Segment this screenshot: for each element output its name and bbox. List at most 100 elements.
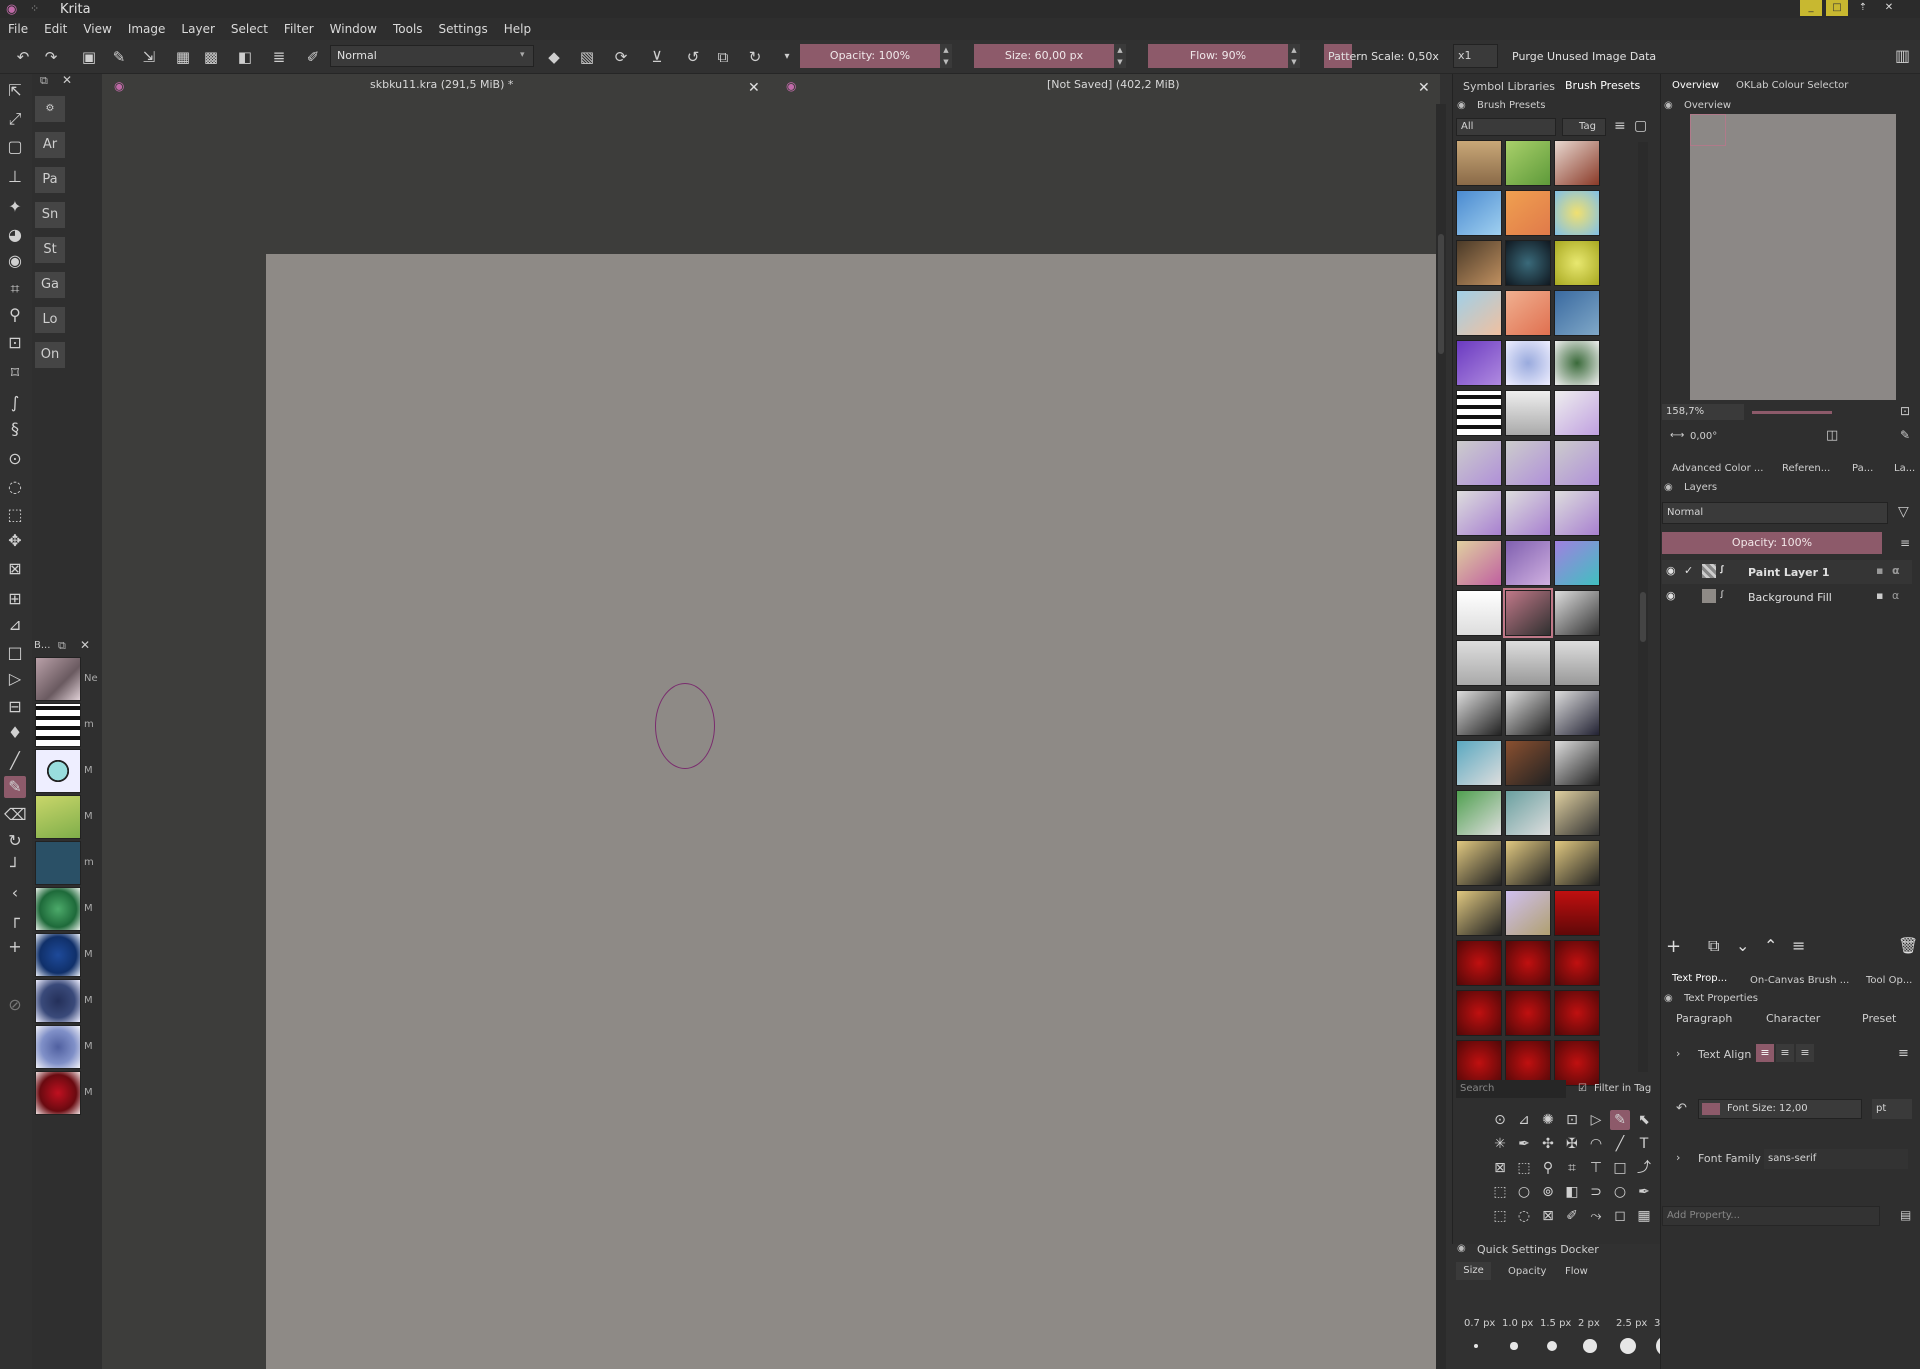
preset-search-input[interactable]: Search — [1456, 1080, 1566, 1098]
brush-preset-thumbnail[interactable] — [1554, 940, 1600, 986]
brush-preset-thumbnail[interactable] — [1505, 640, 1551, 686]
float-icon[interactable]: ⧉ — [40, 74, 48, 88]
qs-tab-flow[interactable]: Flow — [1565, 1266, 1588, 1277]
workspace-on[interactable]: On — [35, 342, 65, 368]
qs-size-dot[interactable] — [1619, 1337, 1637, 1355]
mirror-view-icon[interactable]: ◫ — [1826, 428, 1838, 443]
doc-tab-1[interactable]: skbku11.kra (291,5 MiB) * — [370, 78, 513, 98]
visibility-icon[interactable]: ◉ — [1666, 564, 1676, 577]
polygon-icon[interactable]: ▷ — [4, 668, 26, 690]
tool-option-icon[interactable]: ⊙ — [1490, 1110, 1510, 1130]
menu-settings[interactable]: Settings — [439, 22, 488, 36]
tool-option-icon[interactable]: ╱ — [1610, 1134, 1630, 1154]
brush-preset-thumbnail[interactable] — [1505, 890, 1551, 936]
brush-preset-thumbnail[interactable] — [1456, 340, 1502, 386]
doc-tab-2[interactable]: [Not Saved] (402,2 MiB) — [1047, 78, 1180, 98]
tool-option-icon[interactable]: ✒ — [1634, 1182, 1654, 1202]
qs-size-label[interactable]: 1.0 px — [1502, 1318, 1533, 1329]
perspective-icon[interactable]: ‹ — [4, 882, 26, 904]
layer-menu-icon[interactable]: ≡ — [1900, 536, 1910, 550]
workspace-ga[interactable]: Ga — [35, 272, 65, 298]
brush-preset-thumbnail[interactable] — [1456, 790, 1502, 836]
brush-preset-thumbnail[interactable] — [1505, 840, 1551, 886]
mini-brush-10[interactable] — [35, 1071, 81, 1115]
tag-button[interactable]: Tag — [1562, 118, 1606, 136]
tab-character[interactable]: Character — [1766, 1012, 1820, 1025]
zoom-slider[interactable] — [1752, 411, 1832, 414]
brush-preset-thumbnail[interactable] — [1554, 990, 1600, 1036]
filter-in-tag-checkbox[interactable]: ☑ — [1578, 1083, 1587, 1094]
size-slider[interactable]: Size: 60,00 px — [974, 44, 1114, 68]
move-down-icon[interactable]: ⌄ — [1736, 936, 1749, 955]
reset-icon[interactable]: ↶ — [1676, 1101, 1687, 1116]
tool-option-icon[interactable]: ✠ — [1562, 1134, 1582, 1154]
tool-option-icon[interactable]: ⤳ — [1586, 1206, 1606, 1226]
close-tab-icon[interactable]: ✕ — [1418, 80, 1430, 96]
move-up-icon[interactable]: ⌃ — [1764, 936, 1777, 955]
rect-select-icon[interactable]: ⬚ — [4, 504, 26, 526]
mini-brush-5[interactable] — [35, 841, 81, 885]
mini-brush-1[interactable] — [35, 657, 81, 701]
brush-preset-thumbnail[interactable] — [1554, 290, 1600, 336]
filter-icon[interactable]: ▽ — [1898, 504, 1909, 520]
rotate-right-icon[interactable]: ↻ — [746, 48, 764, 66]
workspace-ar[interactable]: Ar — [35, 132, 65, 158]
preset-filter-select[interactable]: All — [1456, 118, 1556, 136]
crop-icon[interactable]: ⌗ — [4, 278, 26, 300]
tool-option-icon[interactable]: ⊃ — [1586, 1182, 1606, 1202]
brush-preset-thumbnail[interactable] — [1554, 590, 1600, 636]
info-icon[interactable]: ▢ — [1634, 118, 1647, 134]
text-menu-icon[interactable]: ≡ — [1898, 1046, 1909, 1061]
tool-option-icon[interactable]: ⬚ — [1490, 1206, 1510, 1226]
brush-preset-thumbnail[interactable] — [1505, 240, 1551, 286]
brush-preset-thumbnail[interactable] — [1456, 940, 1502, 986]
font-family-select[interactable]: sans-serif — [1764, 1149, 1908, 1169]
tool-option-icon[interactable]: ✐ — [1562, 1206, 1582, 1226]
tab-symbol-libraries[interactable]: Symbol Libraries — [1463, 80, 1555, 93]
mini-brush-3[interactable] — [35, 749, 81, 793]
brush-preset-thumbnail[interactable] — [1456, 840, 1502, 886]
tool-option-icon[interactable]: ○ — [1610, 1182, 1630, 1202]
blend-mode-select[interactable]: Normal — [330, 45, 534, 67]
brush-preset-thumbnail[interactable] — [1505, 190, 1551, 236]
qs-size-dot[interactable] — [1510, 1342, 1518, 1350]
dropdown-chevron-icon[interactable]: ▾ — [778, 48, 796, 66]
flow-slider[interactable]: Flow: 90% — [1148, 44, 1288, 68]
reload-preset-icon[interactable]: ⟳ — [612, 48, 630, 66]
brush-preset-thumbnail[interactable] — [1505, 440, 1551, 486]
alpha-icon[interactable]: α — [1892, 589, 1899, 602]
tool-option-icon[interactable]: ◧ — [1562, 1182, 1582, 1202]
brush-preset-thumbnail[interactable] — [1554, 440, 1600, 486]
qs-size-label[interactable]: 1.5 px — [1540, 1318, 1571, 1329]
purge-unused-button[interactable]: Purge Unused Image Data — [1512, 50, 1656, 63]
add-property-input[interactable]: Add Property... — [1662, 1206, 1880, 1226]
menu-edit[interactable]: Edit — [44, 22, 67, 36]
grid-icon[interactable]: ⊟ — [4, 696, 26, 718]
qs-size-label[interactable]: 2 px — [1578, 1318, 1600, 1329]
qs-size-dot[interactable] — [1474, 1344, 1478, 1348]
save-icon[interactable]: ▣ — [80, 48, 98, 66]
line-icon[interactable]: ╱ — [4, 750, 26, 772]
pressure-icon[interactable]: ⊻ — [648, 48, 666, 66]
tool-option-icon[interactable]: ⬚ — [1514, 1158, 1534, 1178]
flow-spin[interactable]: ▲ ▼ — [1288, 44, 1300, 68]
workspace-settings-icon[interactable]: ⚙ — [35, 96, 65, 122]
color-swap-icon[interactable]: ◧ — [236, 48, 254, 66]
mini-brush-4[interactable] — [35, 795, 81, 839]
brush-preset-thumbnail[interactable] — [1505, 490, 1551, 536]
tab-on-canvas-brush[interactable]: On-Canvas Brush ... — [1750, 975, 1849, 986]
expand-chevron-icon[interactable]: › — [1676, 1047, 1680, 1060]
brush-preset-thumbnail[interactable] — [1554, 390, 1600, 436]
layer-blend-select[interactable]: Normal — [1662, 502, 1888, 524]
overview-preview[interactable] — [1690, 114, 1896, 400]
close-window-button[interactable]: ✕ — [1878, 0, 1900, 16]
tool-option-icon[interactable]: ◠ — [1586, 1134, 1606, 1154]
align-left-icon[interactable]: ≡ — [1756, 1044, 1774, 1062]
menu-select[interactable]: Select — [231, 22, 268, 36]
tool-option-icon[interactable]: ✣ — [1538, 1134, 1558, 1154]
duplicate-layer-icon[interactable]: ⧉ — [1708, 936, 1719, 956]
add-tool-icon[interactable]: + — [4, 936, 26, 958]
menu-window[interactable]: Window — [330, 22, 377, 36]
multiplier-select[interactable]: x1 — [1453, 44, 1498, 68]
brush-preset-thumbnail[interactable] — [1554, 490, 1600, 536]
